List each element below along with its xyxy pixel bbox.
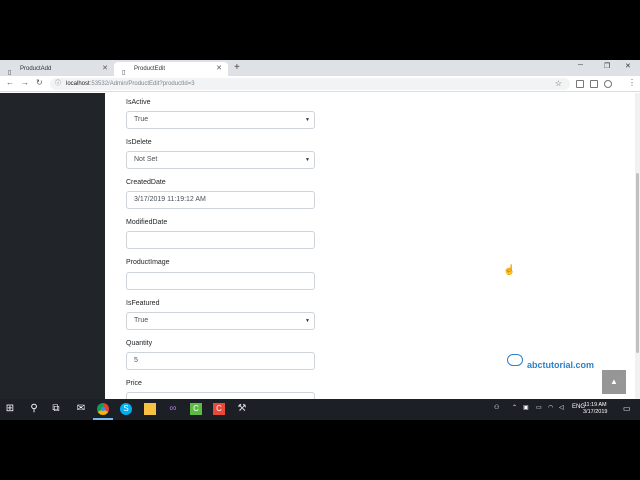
isactive-label: IsActive xyxy=(126,99,151,106)
isdelete-select[interactable]: Not Set ▼ xyxy=(126,151,315,169)
account-icon[interactable] xyxy=(604,80,612,88)
tab-label: ProductAdd xyxy=(20,66,52,72)
volume-icon[interactable]: ◁ xyxy=(559,404,564,411)
reload-icon[interactable]: ↻ xyxy=(36,78,43,87)
isfeatured-select[interactable]: True ▼ xyxy=(126,312,315,330)
tools-icon[interactable]: ⚒ xyxy=(236,403,248,415)
quantity-label: Quantity xyxy=(126,340,153,347)
tab-label: ProductEdit xyxy=(134,66,166,72)
modifieddate-input[interactable] xyxy=(126,231,315,249)
screen: ▯ ProductAdd ✕ ▯ ProductEdit ✕ + ─ ❐ ✕ ←… xyxy=(0,60,640,420)
createddate-label: CreatedDate xyxy=(126,179,166,186)
browser-toolbar: ← → ↻ ⓘ localhost:53532/Admin/ProductEdi… xyxy=(0,76,640,92)
visual-studio-icon[interactable]: ∞ xyxy=(167,403,179,415)
address-bar[interactable]: ⓘ localhost:53532/Admin/ProductEdit?prod… xyxy=(50,78,570,90)
web-page: IsActive True ▼ IsDelete Not Set ▼ Creat… xyxy=(0,93,640,399)
isactive-value: True xyxy=(134,116,149,123)
productimage-label: ProductImage xyxy=(126,259,170,266)
isdelete-value: Not Set xyxy=(134,156,158,163)
modifieddate-label: ModifiedDate xyxy=(126,219,168,226)
forward-icon[interactable]: → xyxy=(21,78,29,87)
file-explorer-icon[interactable] xyxy=(144,403,156,415)
menu-icon[interactable]: ⋮ xyxy=(628,78,636,87)
price-label: Price xyxy=(126,380,142,387)
chevron-up-icon[interactable]: ⌃ xyxy=(512,404,517,411)
isfeatured-value: True xyxy=(134,317,149,324)
quantity-input[interactable]: 5 xyxy=(126,352,315,370)
clock-time: 11:19 AM xyxy=(583,402,607,408)
task-view-icon[interactable]: ⧉ xyxy=(50,403,62,415)
back-icon[interactable]: ← xyxy=(6,78,14,87)
mail-icon[interactable]: ✉ xyxy=(75,403,87,415)
new-tab-button[interactable]: + xyxy=(234,62,240,74)
watermark-text: abctutorial.com xyxy=(527,360,595,370)
close-icon[interactable]: ✕ xyxy=(216,62,222,76)
close-icon[interactable]: ✕ xyxy=(102,62,108,76)
isfeatured-label: IsFeatured xyxy=(126,300,160,307)
hand-cursor-icon: ☝ xyxy=(503,265,516,276)
address-path: :53532/Admin/ProductEdit?productId=3 xyxy=(89,81,195,87)
isdelete-label: IsDelete xyxy=(126,139,152,146)
scroll-top-button[interactable]: ▲ xyxy=(602,370,626,394)
tab-strip: ▯ ProductAdd ✕ ▯ ProductEdit ✕ + ─ ❐ ✕ xyxy=(0,60,640,76)
notification-icon[interactable]: ▭ xyxy=(623,404,631,413)
productimage-input[interactable] xyxy=(126,272,315,290)
admin-sidebar xyxy=(0,93,105,399)
cloud-logo-icon xyxy=(507,354,523,366)
scrollbar-thumb[interactable] xyxy=(636,173,639,353)
camtasia-icon[interactable]: C xyxy=(190,403,202,415)
system-clock[interactable]: 11:19 AM 3/17/2019 xyxy=(583,402,607,416)
info-icon[interactable]: ⓘ xyxy=(55,78,61,90)
star-icon[interactable]: ☆ xyxy=(555,78,562,90)
minimize-icon[interactable]: ─ xyxy=(578,62,583,69)
people-icon[interactable]: ⚇ xyxy=(494,404,499,411)
chrome-icon[interactable] xyxy=(97,403,109,415)
clock-date: 3/17/2019 xyxy=(583,409,608,415)
page-scrollbar[interactable] xyxy=(635,93,640,399)
tab-productedit[interactable]: ▯ ProductEdit ✕ xyxy=(114,62,228,76)
extension-icon[interactable] xyxy=(590,80,598,88)
isactive-select[interactable]: True ▼ xyxy=(126,111,315,129)
tab-favicon-icon: ▯ xyxy=(122,70,126,76)
active-indicator xyxy=(93,418,113,420)
edit-form: IsActive True ▼ IsDelete Not Set ▼ Creat… xyxy=(105,93,635,399)
windows-taskbar: ⊞ ⚲ ⧉ ✉ S ∞ C C ⚒ ⚇ ⌃ ▣ ▭ ◠ ◁ ENG 11:19 … xyxy=(0,399,640,420)
network-icon[interactable]: ▣ xyxy=(523,404,529,411)
address-host: localhost xyxy=(66,81,90,87)
close-window-icon[interactable]: ✕ xyxy=(625,62,631,70)
windows-start-icon[interactable]: ⊞ xyxy=(4,403,16,415)
extension-icon[interactable] xyxy=(576,80,584,88)
chevron-down-icon: ▼ xyxy=(305,157,310,163)
restore-icon[interactable]: ❐ xyxy=(604,62,610,70)
recorder-icon[interactable]: C xyxy=(213,403,225,415)
battery-icon[interactable]: ▭ xyxy=(536,404,542,411)
skype-icon[interactable]: S xyxy=(120,403,132,415)
price-input[interactable] xyxy=(126,392,315,399)
chevron-down-icon: ▼ xyxy=(305,318,310,324)
tab-favicon-icon: ▯ xyxy=(8,70,12,76)
quantity-value: 5 xyxy=(134,357,138,364)
createddate-input[interactable]: 3/17/2019 11:19:12 AM xyxy=(126,191,315,209)
chevron-down-icon: ▼ xyxy=(305,117,310,123)
scroll-top-icon: ▲ xyxy=(610,377,618,386)
tab-productadd[interactable]: ▯ ProductAdd ✕ xyxy=(0,62,114,76)
createddate-value: 3/17/2019 11:19:12 AM xyxy=(134,196,206,203)
search-icon[interactable]: ⚲ xyxy=(28,403,40,415)
wifi-icon[interactable]: ◠ xyxy=(548,404,553,411)
